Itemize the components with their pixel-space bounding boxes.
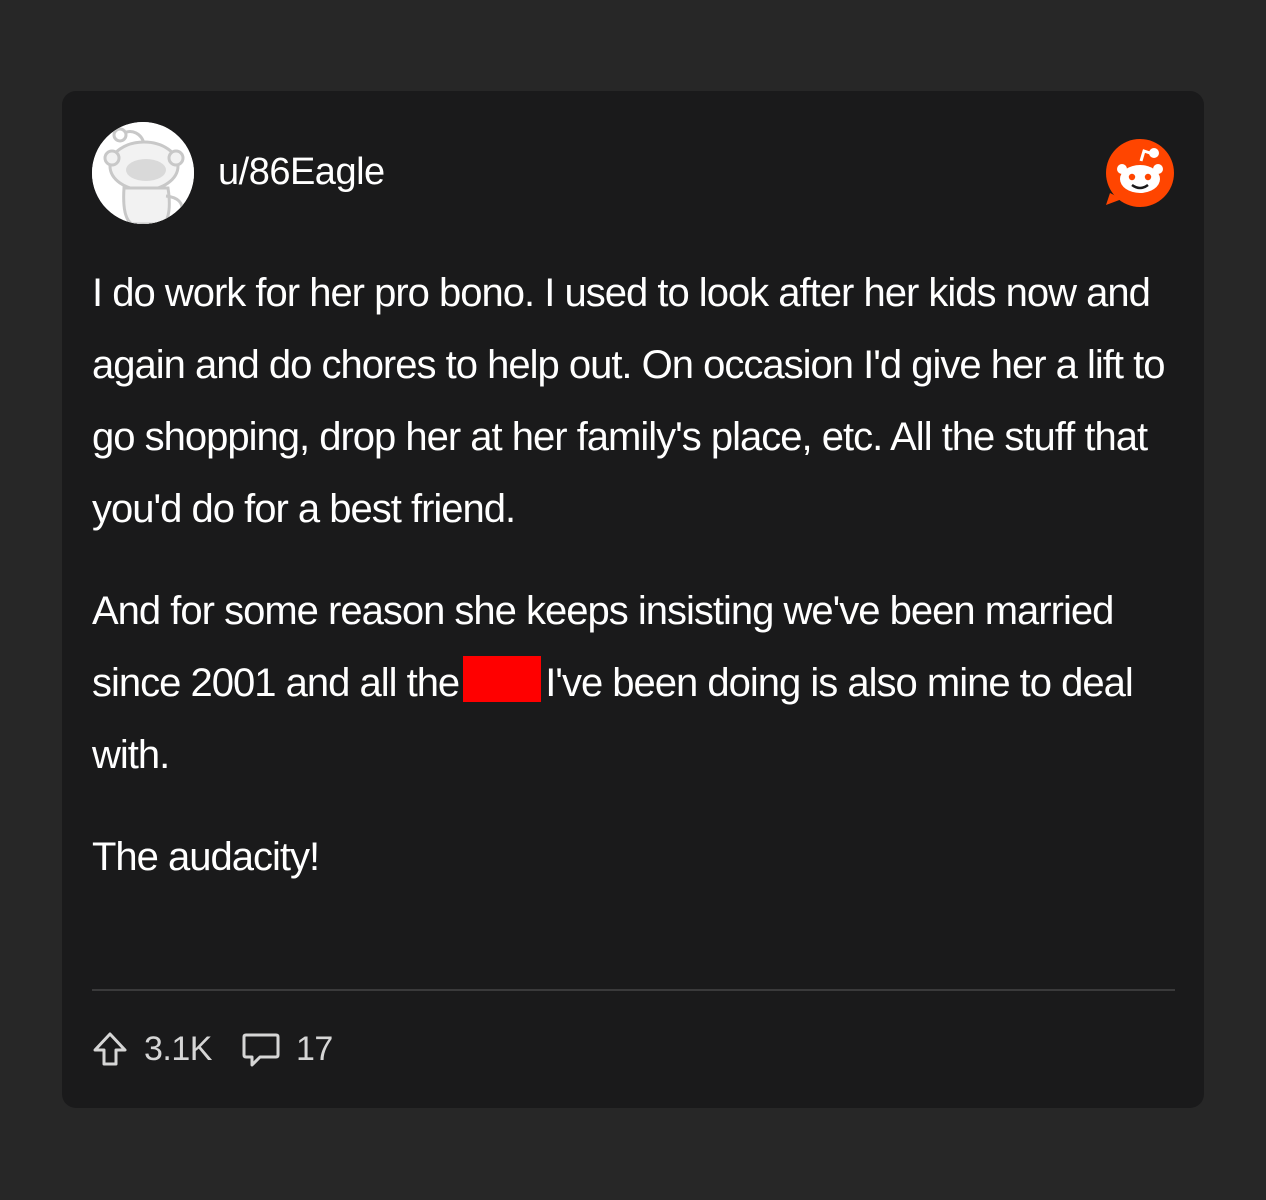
user-avatar[interactable] <box>92 122 194 224</box>
post-paragraph-2: And for some reason she keeps insisting … <box>92 575 1182 791</box>
post-footer: 3.1K 17 <box>90 1027 361 1071</box>
redaction-box <box>463 656 542 702</box>
post-paragraph-3: The audacity! <box>92 835 320 879</box>
comments-button[interactable]: 17 <box>240 1029 333 1069</box>
upvote-count: 3.1K <box>144 1029 212 1068</box>
reddit-logo-icon <box>1102 137 1176 211</box>
post-paragraph-1: I do work for her pro bono. I used to lo… <box>92 271 1165 531</box>
snoo-avatar-icon <box>92 122 194 224</box>
post-username[interactable]: u/86Eagle <box>218 149 385 195</box>
post-card: u/86Eagle I do work for her pro bono. I … <box>62 91 1204 1108</box>
comment-bubble-icon <box>242 1033 280 1067</box>
comment-count: 17 <box>295 1029 333 1068</box>
upvote-button[interactable]: 3.1K <box>90 1029 212 1069</box>
upvote-arrow-icon <box>93 1032 127 1066</box>
footer-divider <box>92 989 1175 991</box>
post-body: I do work for her pro bono. I used to lo… <box>92 257 1182 923</box>
